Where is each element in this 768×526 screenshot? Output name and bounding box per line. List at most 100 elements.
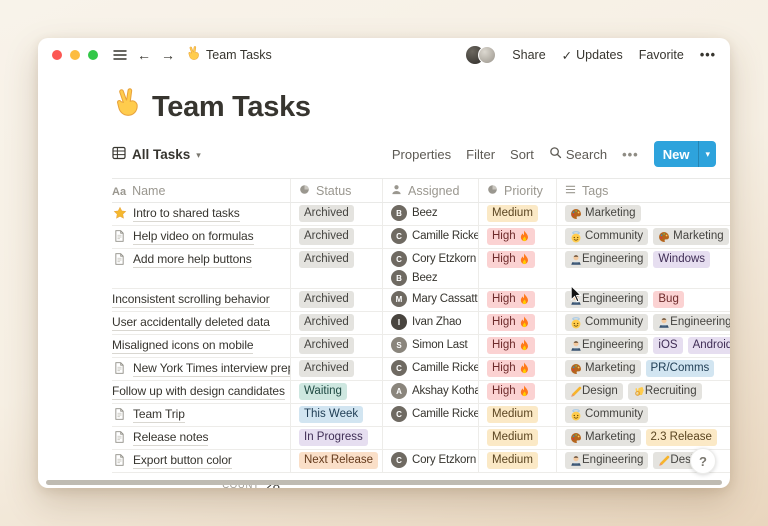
minimize-button[interactable] xyxy=(70,50,80,60)
status-tag[interactable]: Archived xyxy=(299,337,354,354)
priority-tag[interactable]: High xyxy=(487,337,535,354)
assignee[interactable]: C Cory Etzkorn xyxy=(391,251,476,267)
status-cell[interactable]: In Progress xyxy=(290,427,382,449)
assigned-cell[interactable]: I Ivan Zhao xyxy=(382,312,478,334)
help-button[interactable]: ? xyxy=(690,448,716,474)
view-switcher[interactable]: All Tasks ▾ xyxy=(112,146,201,163)
column-header[interactable]: Status xyxy=(290,179,382,202)
priority-cell[interactable]: Medium xyxy=(478,404,556,426)
assignee[interactable]: A Akshay Kothari xyxy=(391,383,478,399)
status-cell[interactable]: Archived xyxy=(290,335,382,357)
tags-cell[interactable]: Marketing PR/Comms xyxy=(556,358,730,380)
status-tag[interactable]: Waiting xyxy=(299,383,347,400)
priority-tag[interactable]: Medium xyxy=(487,452,538,469)
assigned-cell[interactable]: B Beez xyxy=(382,203,478,225)
forward-icon[interactable]: → xyxy=(158,45,178,65)
table-row[interactable]: User accidentally deleted data Archived … xyxy=(112,312,730,335)
page-title[interactable]: Team Tasks xyxy=(112,88,730,126)
status-tag[interactable]: Archived xyxy=(299,360,354,377)
tag[interactable]: iOS xyxy=(653,337,683,354)
table-row[interactable]: Team Trip This Week C Camille Ricketts M… xyxy=(112,404,730,427)
priority-tag[interactable]: Medium xyxy=(487,429,538,446)
task-name[interactable]: Export button color xyxy=(133,452,232,469)
status-cell[interactable]: Archived xyxy=(290,289,382,311)
table-row[interactable]: Follow up with design candidates Waiting… xyxy=(112,381,730,404)
tag[interactable]: Community xyxy=(565,228,649,245)
status-tag[interactable]: Archived xyxy=(299,251,354,268)
status-cell[interactable]: Archived xyxy=(290,312,382,334)
task-name[interactable]: Help video on formulas xyxy=(133,228,254,245)
task-name[interactable]: New York Times interview prep xyxy=(133,360,290,377)
assigned-cell[interactable] xyxy=(382,427,478,449)
task-name[interactable]: User accidentally deleted data xyxy=(112,314,270,331)
priority-cell[interactable]: High xyxy=(478,335,556,357)
tag[interactable]: Engineering xyxy=(565,251,649,268)
table-row[interactable]: New York Times interview prep Archived C… xyxy=(112,358,730,381)
column-header[interactable]: Assigned xyxy=(382,179,478,202)
tag[interactable]: Community xyxy=(565,314,649,331)
task-name[interactable]: Intro to shared tasks xyxy=(133,205,240,222)
status-tag[interactable]: Archived xyxy=(299,205,354,222)
tag[interactable]: Design xyxy=(565,383,623,400)
horizontal-scrollbar[interactable] xyxy=(46,480,722,485)
more-options-icon[interactable]: ••• xyxy=(700,48,716,62)
status-tag[interactable]: This Week xyxy=(299,406,364,423)
status-tag[interactable]: Archived xyxy=(299,228,354,245)
breadcrumb[interactable]: Team Tasks xyxy=(186,46,272,64)
assignee[interactable]: B Beez xyxy=(391,205,438,221)
status-cell[interactable]: Next Release xyxy=(290,450,382,472)
tag[interactable]: PR/Comms xyxy=(645,360,715,377)
filter-button[interactable]: Filter xyxy=(466,147,495,162)
priority-tag[interactable]: High xyxy=(487,251,535,268)
assignee[interactable]: C Camille Ricketts xyxy=(391,228,478,244)
status-cell[interactable]: This Week xyxy=(290,404,382,426)
priority-tag[interactable]: Medium xyxy=(487,205,538,222)
status-cell[interactable]: Waiting xyxy=(290,381,382,403)
priority-cell[interactable]: High xyxy=(478,289,556,311)
tag[interactable]: Marketing xyxy=(653,228,729,245)
tag[interactable]: Engineering xyxy=(565,337,649,354)
priority-cell[interactable]: Medium xyxy=(478,427,556,449)
table-row[interactable]: Add more help buttons Archived C Cory Et… xyxy=(112,249,730,289)
tags-cell[interactable]: Design Recruiting xyxy=(556,381,730,403)
priority-cell[interactable]: High xyxy=(478,226,556,248)
tags-cell[interactable]: Community Marketing xyxy=(556,226,730,248)
assignee[interactable]: C Cory Etzkorn xyxy=(391,452,476,468)
priority-cell[interactable]: Medium xyxy=(478,450,556,472)
tags-cell[interactable]: Engineering Windows xyxy=(556,249,730,288)
tag[interactable]: 2.3 Release xyxy=(645,429,717,446)
task-name[interactable]: Inconsistent scrolling behavior xyxy=(112,291,270,308)
priority-tag[interactable]: High xyxy=(487,360,535,377)
status-cell[interactable]: Archived xyxy=(290,226,382,248)
assignee[interactable]: S Simon Last xyxy=(391,337,468,353)
assignee[interactable]: C Camille Ricketts xyxy=(391,360,478,376)
zoom-button[interactable] xyxy=(88,50,98,60)
priority-tag[interactable]: High xyxy=(487,383,535,400)
assigned-cell[interactable]: S Simon Last xyxy=(382,335,478,357)
table-row[interactable]: Misaligned icons on mobile Archived S Si… xyxy=(112,335,730,358)
table-row[interactable]: Release notes In Progress Medium Marketi… xyxy=(112,427,730,450)
assignee[interactable]: C Camille Ricketts xyxy=(391,406,478,422)
close-button[interactable] xyxy=(52,50,62,60)
priority-cell[interactable]: High xyxy=(478,312,556,334)
table-row[interactable]: Inconsistent scrolling behavior Archived… xyxy=(112,289,730,312)
status-tag[interactable]: Next Release xyxy=(299,452,379,469)
assigned-cell[interactable]: C Camille Ricketts xyxy=(382,358,478,380)
share-button[interactable]: Share xyxy=(512,48,545,62)
priority-tag[interactable]: High xyxy=(487,228,535,245)
assigned-cell[interactable]: C Camille Ricketts xyxy=(382,226,478,248)
task-name[interactable]: Add more help buttons xyxy=(133,251,252,268)
collaborator-avatars[interactable] xyxy=(466,46,497,64)
task-name[interactable]: Misaligned icons on mobile xyxy=(112,337,254,354)
task-name[interactable]: Release notes xyxy=(133,429,209,446)
column-header[interactable]: Tags xyxy=(556,179,730,202)
priority-tag[interactable]: High xyxy=(487,314,535,331)
back-icon[interactable]: ← xyxy=(134,45,154,65)
table-row[interactable]: Help video on formulas Archived C Camill… xyxy=(112,226,730,249)
tag[interactable]: Marketing xyxy=(565,205,641,222)
assigned-cell[interactable]: C Camille Ricketts xyxy=(382,404,478,426)
priority-cell[interactable]: High xyxy=(478,358,556,380)
tag[interactable]: Recruiting xyxy=(627,383,702,400)
tag[interactable]: Marketing xyxy=(565,429,641,446)
tags-cell[interactable]: Engineering iOS Android Bug xyxy=(556,335,730,357)
